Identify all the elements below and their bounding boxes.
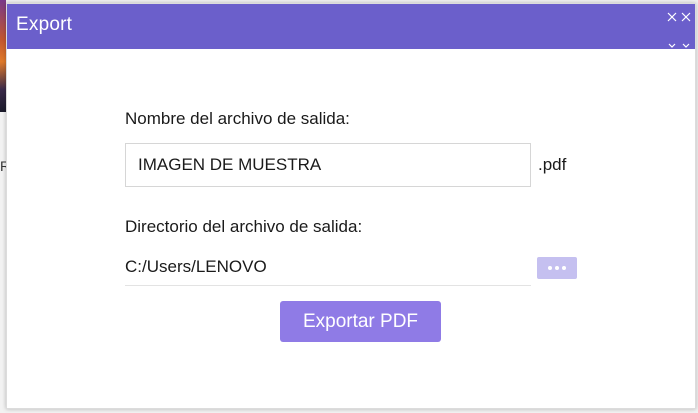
dot-2 — [555, 266, 559, 270]
directory-value: C:/Users/LENOVO — [125, 257, 267, 276]
filename-label: Nombre del archivo de salida: — [125, 109, 350, 128]
dot-3 — [562, 266, 566, 270]
dialog-title: Export — [16, 14, 73, 35]
close-button[interactable] — [655, 4, 695, 49]
directory-underline — [125, 285, 531, 286]
filename-input[interactable] — [125, 143, 531, 187]
export-dialog: Export Nombre del archivo de salida: .pd… — [6, 3, 696, 409]
close-icon — [667, 12, 691, 48]
dialog-titlebar: Export — [7, 4, 695, 49]
export-pdf-button[interactable]: Exportar PDF — [280, 301, 441, 342]
directory-label: Directorio del archivo de salida: — [125, 217, 363, 236]
file-extension: .pdf — [538, 155, 567, 174]
browse-directory-button[interactable] — [537, 257, 577, 279]
dot-1 — [548, 266, 552, 270]
